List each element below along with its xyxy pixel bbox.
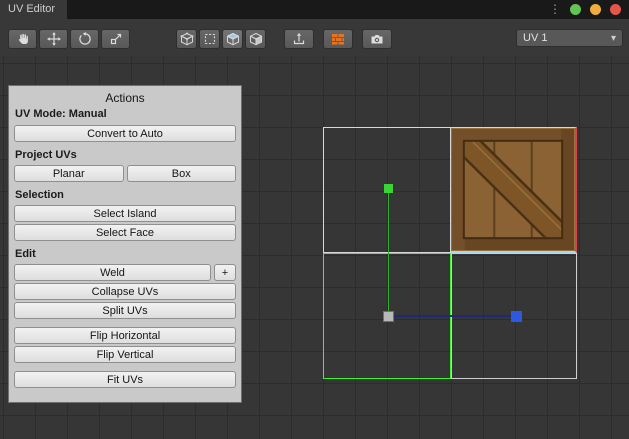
tab-uv-editor[interactable]: UV Editor bbox=[0, 0, 67, 19]
weld-row: Weld + bbox=[14, 264, 236, 281]
window-control-yellow[interactable] bbox=[590, 4, 601, 15]
weld-settings-button[interactable]: + bbox=[214, 264, 236, 281]
tool-group-selection-mode bbox=[176, 29, 266, 49]
move-tool-button[interactable] bbox=[39, 29, 68, 49]
tool-group-actions bbox=[284, 29, 392, 49]
texture-preview-button[interactable] bbox=[323, 29, 353, 49]
screenshot-button[interactable] bbox=[362, 29, 392, 49]
gizmo-y-axis bbox=[388, 188, 389, 316]
collapse-uvs-button[interactable]: Collapse UVs bbox=[14, 283, 236, 300]
vertex-cube-icon bbox=[180, 32, 194, 46]
select-island-button[interactable]: Select Island bbox=[14, 205, 236, 222]
panel-title: Actions bbox=[9, 86, 241, 108]
vertex-mode-button[interactable] bbox=[176, 29, 197, 49]
export-uv-button[interactable] bbox=[284, 29, 314, 49]
move-icon bbox=[47, 32, 61, 46]
island-cube-icon bbox=[249, 32, 263, 46]
uv-editor-window: UV Editor ⋮ bbox=[0, 0, 629, 439]
titlebar: UV Editor ⋮ bbox=[0, 0, 629, 19]
gizmo-x-handle[interactable] bbox=[511, 311, 522, 322]
pan-hand-icon bbox=[16, 32, 30, 46]
project-uvs-label: Project UVs bbox=[9, 144, 241, 163]
crate-texture bbox=[451, 128, 575, 251]
uv-mode-label: UV Mode: Manual bbox=[9, 108, 241, 123]
toolbar: UV 1 ▾ bbox=[0, 19, 629, 56]
flip-horizontal-button[interactable]: Flip Horizontal bbox=[14, 327, 236, 344]
scale-icon bbox=[109, 32, 123, 46]
island-mode-button[interactable] bbox=[245, 29, 266, 49]
fit-uvs-button[interactable]: Fit UVs bbox=[14, 371, 236, 388]
window-control-green[interactable] bbox=[570, 4, 581, 15]
select-face-button[interactable]: Select Face bbox=[14, 224, 236, 241]
uv-channel-dropdown[interactable]: UV 1 ▾ bbox=[516, 29, 623, 47]
rotate-tool-button[interactable] bbox=[70, 29, 99, 49]
project-uvs-row: Planar Box bbox=[14, 165, 236, 182]
uv-channel-value: UV 1 bbox=[523, 32, 547, 44]
actions-panel: Actions UV Mode: Manual Convert to Auto … bbox=[8, 85, 242, 403]
convert-to-auto-button[interactable]: Convert to Auto bbox=[14, 125, 236, 142]
selection-label: Selection bbox=[9, 184, 241, 203]
uv-face-top-right[interactable] bbox=[451, 127, 577, 253]
gizmo-center-handle[interactable] bbox=[383, 311, 394, 322]
tool-group-navigation bbox=[8, 29, 130, 49]
split-uvs-button[interactable]: Split UVs bbox=[14, 302, 236, 319]
dashed-rect-icon bbox=[203, 32, 217, 46]
planar-button[interactable]: Planar bbox=[14, 165, 124, 182]
box-button[interactable]: Box bbox=[127, 165, 237, 182]
window-control-red[interactable] bbox=[610, 4, 621, 15]
weld-button[interactable]: Weld bbox=[14, 264, 211, 281]
kebab-menu-icon[interactable]: ⋮ bbox=[549, 0, 561, 19]
scale-tool-button[interactable] bbox=[101, 29, 130, 49]
titlebar-controls: ⋮ bbox=[549, 0, 621, 19]
gizmo-y-handle[interactable] bbox=[384, 184, 393, 193]
edge-mode-button[interactable] bbox=[199, 29, 220, 49]
gizmo-x-axis bbox=[389, 315, 516, 317]
texture-bricks-icon bbox=[331, 32, 345, 46]
chevron-down-icon: ▾ bbox=[611, 33, 616, 44]
flip-vertical-button[interactable]: Flip Vertical bbox=[14, 346, 236, 363]
camera-icon bbox=[370, 32, 384, 46]
edit-label: Edit bbox=[9, 243, 241, 262]
face-mode-button[interactable] bbox=[222, 29, 243, 49]
rotate-icon bbox=[78, 32, 92, 46]
pan-tool-button[interactable] bbox=[8, 29, 37, 49]
face-cube-icon bbox=[226, 32, 240, 46]
export-uv-icon bbox=[292, 32, 306, 46]
